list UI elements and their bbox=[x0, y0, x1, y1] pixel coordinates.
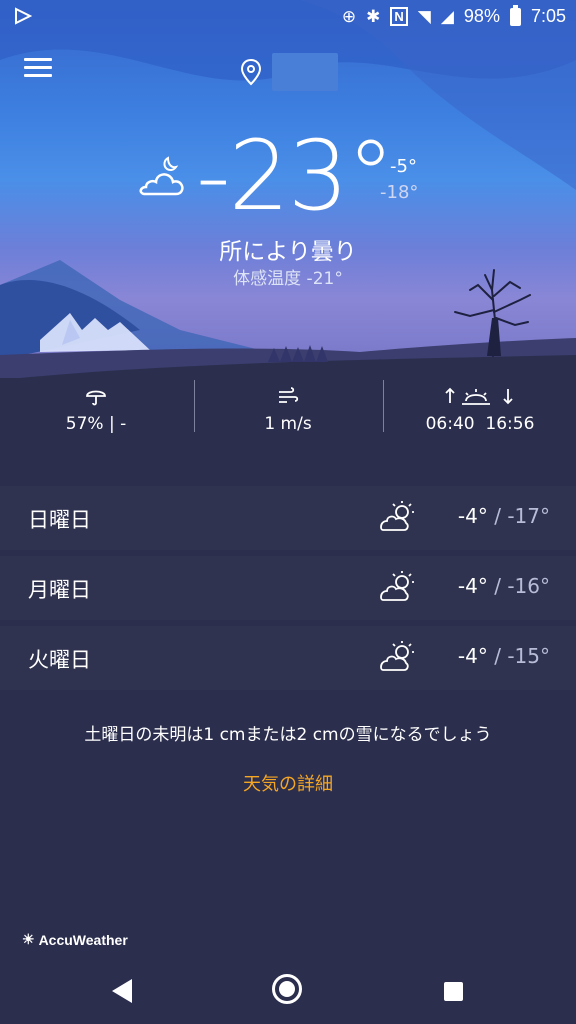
forecast-low: -17° bbox=[507, 504, 550, 528]
forecast-separator: / bbox=[487, 504, 508, 528]
weather-details-link[interactable]: 天気の詳細 bbox=[0, 770, 576, 796]
stats-divider bbox=[194, 380, 195, 432]
menu-button[interactable] bbox=[24, 58, 52, 82]
battery-percent: 98% bbox=[463, 6, 500, 26]
condition-text: 所により曇り bbox=[219, 239, 357, 265]
forecast-day: 日曜日 bbox=[28, 508, 91, 532]
forecast-low: -15° bbox=[507, 644, 550, 668]
location-pin-icon[interactable] bbox=[240, 58, 262, 90]
battery-icon bbox=[509, 4, 521, 26]
accuweather-brand-label: AccuWeather bbox=[38, 931, 128, 948]
umbrella-icon bbox=[0, 382, 192, 410]
forecast-row[interactable]: 月曜日 -4° / -16° bbox=[0, 556, 576, 620]
sun-times-stat: 06:40 16:56 bbox=[384, 378, 576, 434]
partly-sunny-icon bbox=[378, 500, 418, 538]
location-name-redacted[interactable] bbox=[272, 53, 338, 91]
forecast-row[interactable]: 日曜日 -4° / -17° bbox=[0, 486, 576, 550]
stats-divider bbox=[383, 380, 384, 432]
home-button[interactable] bbox=[272, 974, 302, 1004]
partly-sunny-icon bbox=[378, 640, 418, 678]
forecast-high: -4° bbox=[457, 574, 488, 598]
sunrise-sunset-value: 06:40 16:56 bbox=[425, 414, 535, 434]
forecast-high: -4° bbox=[457, 504, 488, 528]
nfc-icon: N bbox=[390, 7, 408, 26]
bluetooth-icon: ✱ bbox=[366, 6, 381, 26]
play-store-notification-icon bbox=[14, 7, 33, 30]
partly-cloudy-night-icon bbox=[134, 154, 188, 202]
weather-stats-row: 57% | - 1 m/s 06:40 16:56 bbox=[0, 378, 576, 448]
wifi-icon: ◥ bbox=[417, 6, 431, 26]
forecast-low: -16° bbox=[507, 574, 550, 598]
today-high-temperature: -5° bbox=[390, 156, 417, 177]
signal-icon: ◢ bbox=[440, 6, 454, 26]
clock: 7:05 bbox=[530, 6, 566, 26]
recent-apps-button[interactable] bbox=[444, 982, 463, 1001]
precipitation-stat: 57% | - bbox=[0, 378, 192, 434]
forecast-day: 月曜日 bbox=[28, 578, 91, 602]
accuweather-brand[interactable]: ☀ AccuWeather bbox=[22, 931, 128, 948]
back-button[interactable] bbox=[110, 978, 134, 1008]
forecast-row[interactable]: 火曜日 -4° / -15° bbox=[0, 626, 576, 690]
forecast-day: 火曜日 bbox=[28, 648, 91, 672]
feels-like-text: 体感温度 -21° bbox=[233, 269, 343, 289]
wind-stat: 1 m/s bbox=[192, 378, 384, 434]
today-low-temperature: -18° bbox=[380, 182, 419, 203]
status-bar: ⊕ ✱ N ◥ ◢ 98% 7:05 bbox=[0, 0, 576, 36]
wind-value: 1 m/s bbox=[264, 414, 312, 434]
system-nav-bar bbox=[0, 952, 576, 1024]
sunrise-sunset-icon bbox=[384, 382, 576, 410]
forecast-separator: / bbox=[487, 574, 508, 598]
partly-sunny-icon bbox=[378, 570, 418, 608]
data-saver-icon: ⊕ bbox=[341, 6, 357, 26]
current-temperature: -23° bbox=[196, 120, 395, 232]
precipitation-value: 57% | - bbox=[65, 414, 127, 434]
forecast-separator: / bbox=[487, 644, 508, 668]
forecast-high: -4° bbox=[457, 644, 488, 668]
accuweather-sun-logo-icon: ☀ bbox=[22, 931, 35, 947]
wind-icon bbox=[192, 382, 384, 410]
snow-forecast-note: 土曜日の未明は1 cmまたは2 cmの雪になるでしょう bbox=[84, 725, 492, 745]
